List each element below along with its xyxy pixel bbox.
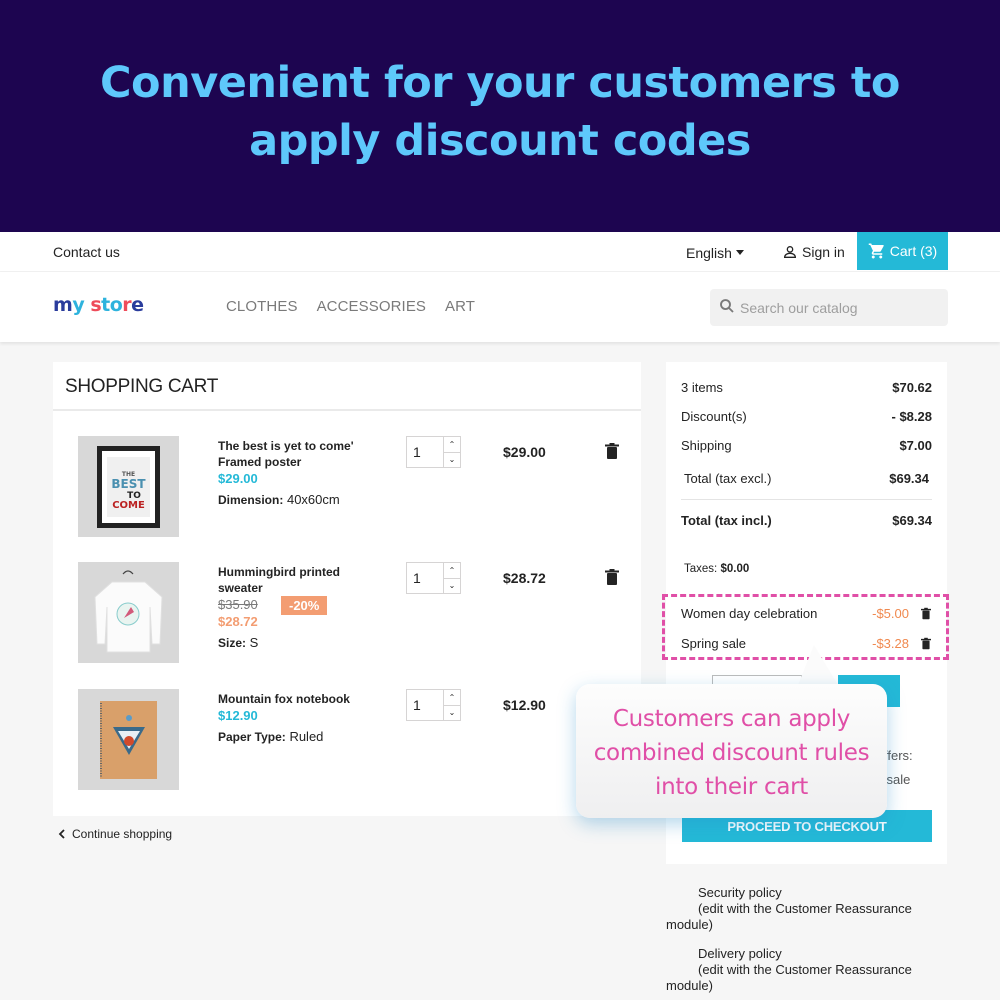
- svg-text:BEST: BEST: [111, 477, 146, 491]
- line-total: $28.72: [503, 570, 546, 586]
- product-price: $29.00: [218, 471, 258, 486]
- delete-icon[interactable]: [921, 607, 931, 620]
- callout-bubble: Customers can apply combined discount ru…: [576, 684, 887, 818]
- product-price: $28.72: [218, 614, 258, 629]
- delete-icon[interactable]: [605, 569, 619, 585]
- promo-banner: Convenient for your customers to apply d…: [0, 0, 1000, 232]
- banner-title: Convenient for your customers to apply d…: [0, 54, 1000, 170]
- quantity-stepper: ⌃⌄: [406, 436, 461, 468]
- cart-title: SHOPPING CART: [65, 376, 219, 397]
- offers-label: ffers:: [884, 748, 913, 763]
- svg-text:COME: COME: [112, 500, 145, 511]
- delete-icon[interactable]: [921, 637, 931, 650]
- product-info: Mountain fox notebook $12.90 Paper Type:…: [218, 691, 388, 744]
- continue-shopping-label: Continue shopping: [72, 827, 173, 841]
- search-input[interactable]: [740, 289, 940, 326]
- product-name[interactable]: Hummingbird printed sweater: [218, 564, 388, 596]
- menu-item-accessories[interactable]: ACCESSORIES: [317, 298, 426, 315]
- reassurance-security: Security policy (edit with the Customer …: [666, 885, 926, 933]
- summary-taxes: Taxes: $0.00: [684, 563, 750, 575]
- cart-item: Mountain fox notebook $12.90 Paper Type:…: [53, 689, 641, 799]
- divider: [53, 409, 641, 411]
- increment-icon[interactable]: ⌃: [444, 690, 460, 706]
- divider: [681, 499, 932, 500]
- quantity-input[interactable]: [407, 690, 444, 720]
- menu-item-clothes[interactable]: CLOTHES: [226, 298, 298, 315]
- line-total: $29.00: [503, 444, 546, 460]
- cart-item: Hummingbird printed sweater $35.90 -20% $…: [53, 562, 641, 672]
- notebook-image: [100, 701, 157, 779]
- reassurance-title: Security policy: [698, 885, 782, 900]
- sign-in-label: Sign in: [802, 244, 845, 260]
- product-info: Hummingbird printed sweater $35.90 -20% $…: [218, 564, 388, 650]
- sign-in-link[interactable]: Sign in: [782, 244, 845, 260]
- product-attribute: Dimension: 40x60cm: [218, 492, 340, 507]
- site-header: my store CLOTHES ACCESSORIES ART: [0, 272, 1000, 342]
- shopping-cart-panel: SHOPPING CART THE BEST TO COME The best …: [53, 362, 641, 816]
- search-icon: [720, 299, 734, 313]
- product-image-notebook[interactable]: [78, 689, 179, 790]
- discount-name: Spring sale: [681, 636, 747, 651]
- product-name[interactable]: The best is yet to come' Framed poster: [218, 438, 388, 470]
- quantity-stepper: ⌃⌄: [406, 689, 461, 721]
- line-total: $12.90: [503, 697, 546, 713]
- summary-shipping-row: Shipping $7.00: [681, 438, 932, 453]
- quantity-input[interactable]: [407, 563, 444, 593]
- menu-item-art[interactable]: ART: [445, 298, 475, 315]
- summary-items-row: 3 items $70.62: [681, 380, 932, 395]
- discount-value: -$5.00: [872, 606, 909, 621]
- sweater-image: [94, 570, 163, 653]
- discount-badge: -20%: [281, 596, 328, 615]
- discount-value: -$3.28: [872, 636, 909, 651]
- continue-shopping-link[interactable]: Continue shopping: [58, 827, 172, 841]
- language-label: English: [686, 245, 732, 261]
- delete-icon[interactable]: [605, 443, 619, 459]
- banner-title-line1: Convenient for your customers to: [100, 58, 900, 108]
- cart-item: THE BEST TO COME The best is yet to come…: [53, 436, 641, 546]
- main-menu: CLOTHES ACCESSORIES ART: [226, 298, 475, 315]
- product-name[interactable]: Mountain fox notebook: [218, 691, 388, 707]
- product-attribute: Paper Type: Ruled: [218, 729, 324, 744]
- callout-text: Customers can apply combined discount ru…: [593, 706, 870, 800]
- product-image-poster[interactable]: THE BEST TO COME: [78, 436, 179, 537]
- summary-total-excl-row: Total (tax excl.) $69.34: [684, 471, 929, 486]
- decrement-icon[interactable]: ⌄: [444, 706, 460, 721]
- search-box: [710, 289, 948, 326]
- increment-icon[interactable]: ⌃: [444, 563, 460, 579]
- decrement-icon[interactable]: ⌄: [444, 453, 460, 468]
- quantity-input[interactable]: [407, 437, 444, 467]
- increment-icon[interactable]: ⌃: [444, 437, 460, 453]
- decrement-icon[interactable]: ⌄: [444, 579, 460, 594]
- product-info: The best is yet to come' Framed poster $2…: [218, 438, 388, 507]
- cart-button[interactable]: Cart (3): [857, 232, 948, 270]
- contact-us-link[interactable]: Contact us: [53, 244, 120, 260]
- quantity-stepper: ⌃⌄: [406, 562, 461, 594]
- cart-icon: [868, 243, 884, 259]
- user-icon: [783, 246, 797, 258]
- product-image-sweater[interactable]: [78, 562, 179, 663]
- summary-total-incl-row: Total (tax incl.) $69.34: [681, 513, 932, 528]
- banner-title-line2: apply discount codes: [249, 116, 751, 166]
- reassurance-title: Delivery policy: [698, 946, 782, 961]
- discount-item: Women day celebration -$5.00: [681, 606, 931, 621]
- cart-label: Cart (3): [889, 243, 938, 259]
- poster-image: THE BEST TO COME: [97, 446, 160, 528]
- top-nav: Contact us English Sign in Cart (3): [0, 232, 1000, 272]
- language-selector[interactable]: English: [686, 245, 744, 261]
- product-attribute: Size: S: [218, 635, 259, 650]
- discount-name: Women day celebration: [681, 606, 818, 621]
- store-logo[interactable]: my store: [53, 294, 144, 316]
- product-price: $12.90: [218, 708, 258, 723]
- chevron-left-icon: [58, 829, 65, 839]
- summary-discount-row: Discount(s) - $8.28: [681, 409, 932, 424]
- caret-down-icon: [735, 250, 744, 255]
- reassurance-delivery: Delivery policy (edit with the Customer …: [666, 946, 926, 994]
